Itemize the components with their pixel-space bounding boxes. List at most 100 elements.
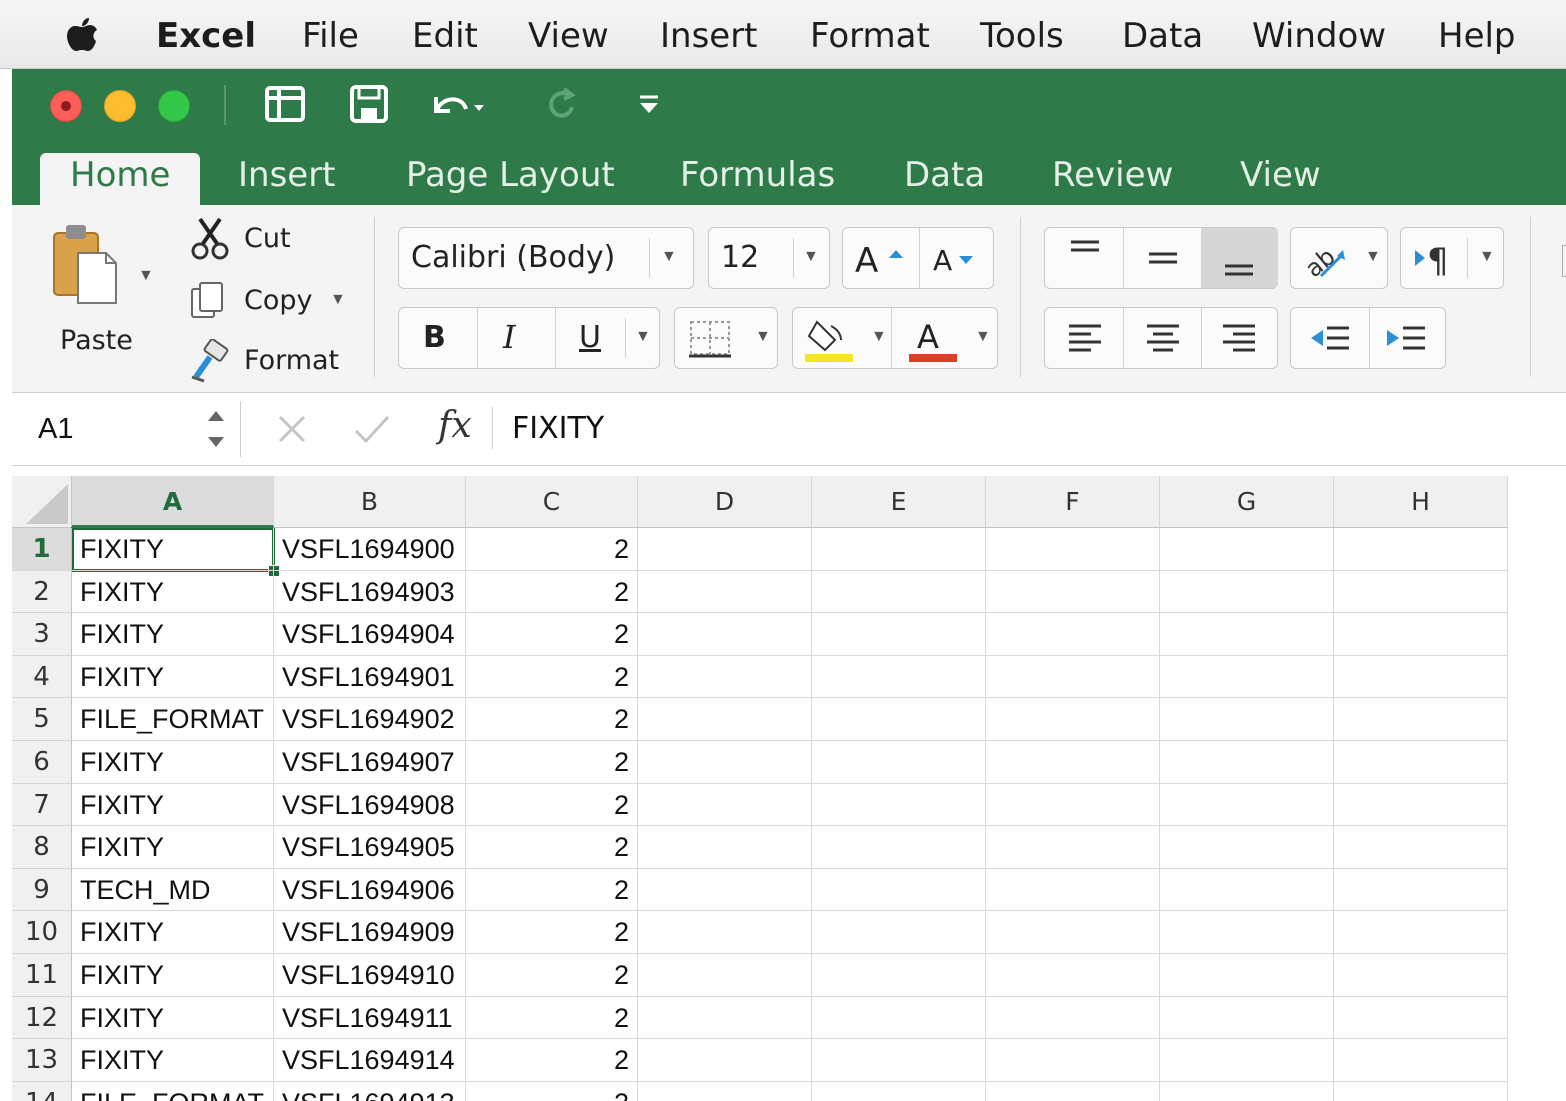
menu-edit[interactable]: Edit <box>412 16 478 56</box>
cell-d6[interactable] <box>638 741 812 784</box>
cell-a14[interactable]: FILE_FORMAT <box>72 1081 274 1101</box>
cell-h5[interactable] <box>1334 698 1508 741</box>
row-header[interactable]: 12 <box>12 996 72 1040</box>
menu-insert[interactable]: Insert <box>660 16 758 56</box>
cell-b13[interactable]: VSFL1694914 <box>274 1039 466 1082</box>
menu-file[interactable]: File <box>302 16 359 56</box>
cut-button[interactable]: Cut <box>244 223 291 254</box>
cell-f13[interactable] <box>986 1039 1160 1082</box>
cell-c10[interactable]: 2 <box>466 911 638 954</box>
fill-color-icon[interactable] <box>801 314 857 364</box>
bold-icon[interactable]: B <box>423 320 446 355</box>
borders-dropdown-icon[interactable]: ▼ <box>755 328 771 346</box>
align-top-icon[interactable] <box>1065 236 1105 280</box>
underline-icon[interactable]: U <box>579 320 601 355</box>
row-header[interactable]: 3 <box>12 613 72 656</box>
cell-d12[interactable] <box>638 996 812 1040</box>
text-direction-button[interactable]: ¶ ▼ <box>1400 227 1504 289</box>
cell-f10[interactable] <box>986 911 1160 954</box>
row-header[interactable]: 6 <box>12 741 72 784</box>
cell-d9[interactable] <box>638 868 812 912</box>
cell-d1[interactable] <box>638 528 812 571</box>
cell-d10[interactable] <box>638 911 812 954</box>
fill-color-dropdown-icon[interactable]: ▼ <box>871 328 887 346</box>
cell-a10[interactable]: FIXITY <box>72 911 274 954</box>
tab-home[interactable]: Home <box>40 153 201 205</box>
enter-check-icon[interactable] <box>352 411 392 447</box>
cell-c12[interactable]: 2 <box>466 996 638 1040</box>
cell-b3[interactable]: VSFL1694904 <box>274 613 466 656</box>
cell-h11[interactable] <box>1334 954 1508 997</box>
cell-b6[interactable]: VSFL1694907 <box>274 741 466 784</box>
name-box[interactable]: A1 <box>38 413 73 446</box>
decrease-indent-icon[interactable] <box>1305 318 1355 360</box>
column-header-g[interactable]: G <box>1160 476 1334 528</box>
cancel-x-icon[interactable] <box>274 411 310 447</box>
cell-e8[interactable] <box>812 826 986 869</box>
menu-help[interactable]: Help <box>1438 16 1516 56</box>
menu-tools[interactable]: Tools <box>980 16 1064 56</box>
cell-d3[interactable] <box>638 613 812 656</box>
cell-h2[interactable] <box>1334 570 1508 614</box>
cell-h4[interactable] <box>1334 655 1508 699</box>
minimize-window-button[interactable] <box>104 90 136 122</box>
cell-f6[interactable] <box>986 741 1160 784</box>
cell-h9[interactable] <box>1334 868 1508 912</box>
cell-g13[interactable] <box>1160 1039 1334 1082</box>
increase-font-size-icon[interactable]: A <box>851 238 911 280</box>
tab-formulas[interactable]: Formulas <box>680 153 835 205</box>
align-bottom-button[interactable] <box>1201 228 1278 288</box>
column-header-f[interactable]: F <box>986 476 1160 528</box>
cell-g7[interactable] <box>1160 783 1334 827</box>
cell-c4[interactable]: 2 <box>466 655 638 699</box>
increase-indent-icon[interactable] <box>1381 318 1431 360</box>
scissors-icon[interactable] <box>190 215 230 261</box>
cell-b8[interactable]: VSFL1694905 <box>274 826 466 869</box>
font-size-dropdown-icon[interactable]: ▼ <box>803 248 819 266</box>
row-header[interactable]: 11 <box>12 954 72 997</box>
cell-f3[interactable] <box>986 613 1160 656</box>
cell-d13[interactable] <box>638 1039 812 1082</box>
row-header[interactable]: 10 <box>12 911 72 954</box>
cell-d5[interactable] <box>638 698 812 741</box>
cell-c6[interactable]: 2 <box>466 741 638 784</box>
cell-h8[interactable] <box>1334 826 1508 869</box>
name-box-stepper-icon[interactable] <box>202 403 230 455</box>
cell-h13[interactable] <box>1334 1039 1508 1082</box>
row-header[interactable]: 9 <box>12 868 72 912</box>
align-center-icon[interactable] <box>1143 318 1183 360</box>
cell-e12[interactable] <box>812 996 986 1040</box>
cell-a1[interactable]: FIXITY <box>72 528 274 571</box>
cell-a13[interactable]: FIXITY <box>72 1039 274 1082</box>
cell-a4[interactable]: FIXITY <box>72 655 274 699</box>
format-painter-button[interactable]: Format <box>244 345 339 376</box>
cell-h12[interactable] <box>1334 996 1508 1040</box>
cell-f9[interactable] <box>986 868 1160 912</box>
cell-b12[interactable]: VSFL1694911 <box>274 996 466 1040</box>
cell-a3[interactable]: FIXITY <box>72 613 274 656</box>
cell-a12[interactable]: FIXITY <box>72 996 274 1040</box>
cell-g12[interactable] <box>1160 996 1334 1040</box>
row-header[interactable]: 8 <box>12 826 72 869</box>
cell-g8[interactable] <box>1160 826 1334 869</box>
zoom-window-button[interactable] <box>158 90 190 122</box>
cell-c1[interactable]: 2 <box>466 528 638 571</box>
text-direction-dropdown-icon[interactable]: ▼ <box>1479 248 1495 266</box>
row-header[interactable]: 13 <box>12 1039 72 1082</box>
cell-e3[interactable] <box>812 613 986 656</box>
cell-e2[interactable] <box>812 570 986 614</box>
column-header-e[interactable]: E <box>812 476 986 528</box>
row-header[interactable]: 5 <box>12 698 72 741</box>
column-header-b[interactable]: B <box>274 476 466 528</box>
font-name-dropdown-icon[interactable]: ▼ <box>661 248 677 266</box>
tab-review[interactable]: Review <box>1052 153 1173 205</box>
cell-h6[interactable] <box>1334 741 1508 784</box>
font-size-select[interactable]: 12 ▼ <box>708 227 830 289</box>
cell-b5[interactable]: VSFL1694902 <box>274 698 466 741</box>
cell-e9[interactable] <box>812 868 986 912</box>
cell-e11[interactable] <box>812 954 986 997</box>
cell-g3[interactable] <box>1160 613 1334 656</box>
cell-g10[interactable] <box>1160 911 1334 954</box>
tab-data[interactable]: Data <box>904 153 985 205</box>
cell-e10[interactable] <box>812 911 986 954</box>
